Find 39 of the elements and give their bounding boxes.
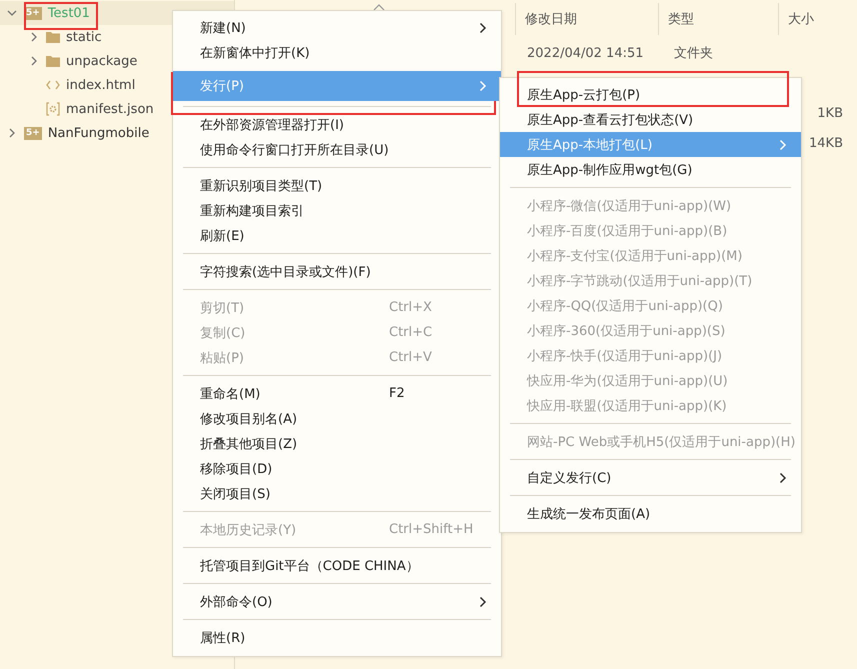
menu-item[interactable]: 重命名(M) F2 <box>173 381 501 406</box>
menu-item[interactable]: 在新窗体中打开(K) <box>173 40 501 65</box>
gear-file-icon <box>46 102 60 116</box>
folder-icon <box>46 55 60 67</box>
menu-item[interactable]: 使用命令行窗口打开所在目录(U) <box>173 137 501 162</box>
tree-item[interactable]: NanFungmobile <box>48 126 150 140</box>
sort-icon[interactable] <box>373 3 385 11</box>
menu-item[interactable]: 移除项目(D) <box>173 456 501 481</box>
menu-item[interactable]: 修改项目别名(A) <box>173 406 501 431</box>
menu-item[interactable]: 刷新(E) <box>173 223 501 248</box>
project-icon: 5+ <box>24 126 42 140</box>
menu-item[interactable]: 托管项目到Git平台（CODE CHINA） <box>173 553 501 578</box>
menu-item[interactable]: 新建(N) <box>173 15 501 40</box>
menu-item[interactable]: 原生App-云打包(P) <box>500 82 801 107</box>
menu-item[interactable]: 在外部资源管理器打开(I) <box>173 112 501 137</box>
menu-item[interactable]: 外部命令(O) <box>173 589 501 614</box>
size-cell-text: 1KB <box>816 106 844 120</box>
tree-item[interactable]: static <box>66 30 102 44</box>
tree-item[interactable]: index.html <box>66 78 136 92</box>
code-icon <box>46 80 60 90</box>
menu-item[interactable]: 生成统一发布页面(A) <box>500 501 801 526</box>
menu-item[interactable]: 属性(R) <box>173 625 501 650</box>
column-header[interactable]: 类型 <box>658 3 778 35</box>
column-header[interactable]: 修改日期 <box>515 3 658 35</box>
size-cell-text: 14KB <box>808 136 844 150</box>
tree-item[interactable]: unpackage <box>66 54 138 68</box>
menu-item[interactable]: 关闭项目(S) <box>173 481 501 506</box>
menu-item[interactable]: 重新构建项目索引 <box>173 198 501 223</box>
folder-icon <box>46 31 60 43</box>
tree-item[interactable]: manifest.json <box>66 102 154 116</box>
column-header[interactable]: 大小 <box>778 3 857 35</box>
menu-item[interactable]: 自定义发行(C) <box>500 465 801 490</box>
menu-item[interactable]: 重新识别项目类型(T) <box>173 173 501 198</box>
menu-item[interactable]: 折叠其他项目(Z) <box>173 431 501 456</box>
date-cell-text: 2022/04/02 14:51 <box>526 46 645 60</box>
menu-item[interactable]: 字符搜索(选中目录或文件)(F) <box>173 259 501 284</box>
menu-item[interactable]: 原生App-制作应用wgt包(G) <box>500 157 801 182</box>
menu-item[interactable]: 原生App-查看云打包状态(V) <box>500 107 801 132</box>
type-cell-text: 文件夹 <box>673 45 714 62</box>
